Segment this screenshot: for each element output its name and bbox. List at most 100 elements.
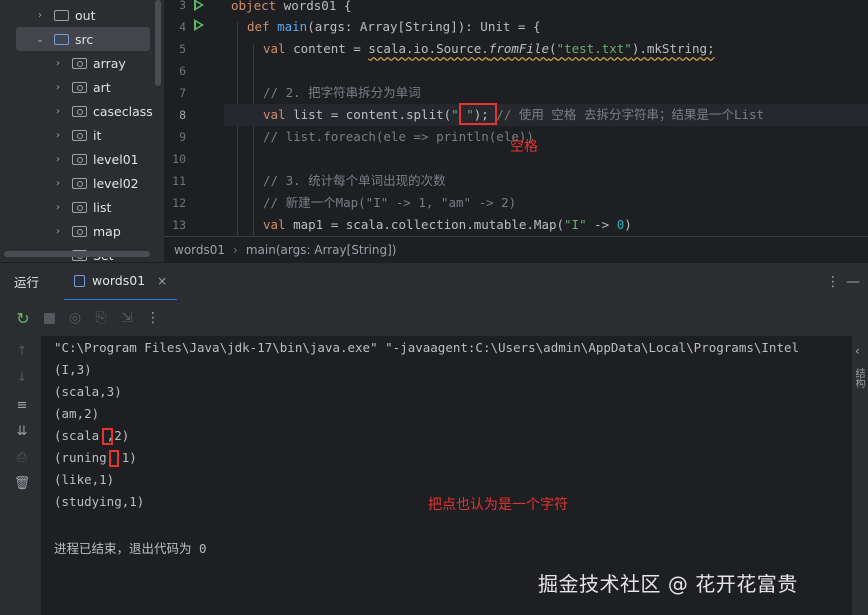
- breadcrumb-item[interactable]: main(args: Array[String]): [246, 243, 397, 257]
- tree-item-label: caseclass: [93, 103, 153, 119]
- console-line: (scala.,2): [54, 428, 130, 443]
- line-number-current: 8: [179, 108, 186, 122]
- tree-vertical-scrollbar[interactable]: [155, 0, 161, 86]
- console-side-toolbar: ↑ ↓ ≡ ⇊ ⎙ 🗑: [0, 336, 42, 615]
- chevron-down-icon[interactable]: ⌄: [34, 34, 46, 45]
- close-icon[interactable]: ×: [157, 274, 167, 288]
- line-number: 6: [179, 64, 186, 78]
- tree-item-it[interactable]: › it: [0, 123, 164, 147]
- more-options-icon[interactable]: ⋮: [826, 274, 840, 290]
- chevron-right-icon[interactable]: ›: [52, 58, 64, 69]
- chevron-right-icon[interactable]: ›: [34, 10, 46, 21]
- chevron-right-icon[interactable]: ›: [52, 202, 64, 213]
- code-line-7: // 2. 把字符串拆分为单词: [263, 85, 421, 100]
- console-line: (studying,1): [54, 494, 145, 509]
- right-tool-strip: ‹ 结构: [852, 336, 868, 615]
- annotation-dot: 把点也认为是一个字符: [428, 497, 568, 513]
- print-icon[interactable]: ⎙: [13, 450, 31, 465]
- export-icon[interactable]: ⇲: [117, 308, 137, 328]
- run-gutter-icon[interactable]: [194, 19, 204, 31]
- indent-guide: [237, 22, 238, 236]
- code-line-8-current: val list = content.split(" "); // 使用 空格 …: [224, 104, 868, 126]
- chevron-right-icon[interactable]: ›: [52, 226, 64, 237]
- line-number: 13: [172, 218, 186, 232]
- watermark: 掘金技术社区 @ 花开花富贵: [538, 572, 798, 596]
- rerun-icon[interactable]: ↻: [13, 308, 33, 328]
- package-icon: [72, 153, 87, 165]
- code-line-13: val map1 = scala.collection.mutable.Map(…: [263, 217, 632, 232]
- package-icon: [72, 201, 87, 213]
- breadcrumb: words01 › main(args: Array[String]): [164, 236, 868, 262]
- code-line-3: object words01 {: [231, 0, 352, 13]
- run-panel-header: 运行 words01 × ⋮ —: [0, 262, 868, 301]
- stop-icon[interactable]: [39, 308, 59, 328]
- package-icon: [72, 105, 87, 117]
- tree-item-level02[interactable]: › level02: [0, 171, 164, 195]
- code-line-9: // list.foreach(ele => println(ele)): [263, 129, 534, 144]
- restore-layout-icon[interactable]: ⎘: [91, 308, 111, 328]
- tree-item-label: level01: [93, 151, 139, 167]
- console-line: (scala,3): [54, 384, 122, 399]
- code-line-4: def main(args: Array[String]): Unit = {: [247, 19, 541, 34]
- code-line-5: val content = scala.io.Source.fromFile("…: [263, 41, 715, 56]
- arrow-down-icon[interactable]: ↓: [13, 370, 31, 385]
- trash-icon[interactable]: 🗑: [13, 476, 31, 491]
- arrow-up-icon[interactable]: ↑: [13, 344, 31, 359]
- tree-item-list[interactable]: › list: [0, 195, 164, 219]
- package-icon: [72, 177, 87, 189]
- tree-item-label: it: [93, 127, 102, 143]
- project-tree: › out ⌄ src › array › art › caseclass › …: [0, 0, 164, 262]
- line-number: 11: [172, 174, 186, 188]
- tree-item-label: out: [75, 7, 96, 23]
- tree-item-out[interactable]: › out: [0, 3, 164, 27]
- camera-icon[interactable]: ◎: [65, 308, 85, 328]
- code-line-11: // 3. 统计每个单词出现的次数: [263, 173, 446, 188]
- breadcrumb-separator: ›: [233, 242, 238, 257]
- line-number: 9: [179, 130, 186, 144]
- tree-item-label: map: [93, 223, 121, 239]
- tree-item-label: level02: [93, 175, 139, 191]
- tree-item-map[interactable]: › map: [0, 219, 164, 243]
- console-line: (am,2): [54, 406, 100, 421]
- code-editor[interactable]: object words01 { def main(args: Array[St…: [224, 0, 868, 236]
- code-line-12: // 新建一个Map("I" -> 1, "am" -> 2): [263, 195, 517, 210]
- line-number: 3: [179, 0, 186, 12]
- tree-item-array[interactable]: › array: [0, 51, 164, 75]
- source-folder-icon: [54, 33, 69, 45]
- tree-item-src[interactable]: ⌄ src: [16, 27, 150, 51]
- editor-gutter: 3 4 5 6 7 8 9 10 11 12 13: [164, 0, 253, 236]
- tab-label: words01: [92, 273, 146, 288]
- more-icon[interactable]: ⋮: [143, 308, 163, 328]
- chevron-left-icon[interactable]: ‹: [855, 344, 860, 358]
- tree-item-caseclass[interactable]: › caseclass: [0, 99, 164, 123]
- package-icon: [72, 225, 87, 237]
- chevron-right-icon[interactable]: ›: [52, 154, 64, 165]
- chevron-right-icon[interactable]: ›: [52, 82, 64, 93]
- minimize-icon[interactable]: —: [846, 274, 860, 290]
- tree-item-level01[interactable]: › level01: [0, 147, 164, 171]
- tree-item-label: list: [93, 199, 112, 215]
- tab-words01[interactable]: words01 ×: [64, 263, 178, 301]
- run-config-icon: [74, 274, 85, 287]
- run-toolbar: ↻ ◎ ⎘ ⇲ ⋮: [0, 300, 868, 336]
- structure-tool-label[interactable]: 结构: [853, 368, 866, 388]
- line-number: 7: [179, 86, 186, 100]
- chevron-right-icon[interactable]: ›: [52, 106, 64, 117]
- tree-horizontal-scrollbar[interactable]: [4, 251, 150, 257]
- run-panel-title: 运行: [14, 275, 40, 290]
- chevron-right-icon[interactable]: ›: [52, 130, 64, 141]
- run-gutter-icon[interactable]: [194, 0, 204, 11]
- breadcrumb-item[interactable]: words01: [174, 243, 225, 257]
- console-line: (runing,,1): [54, 450, 137, 465]
- chevron-right-icon[interactable]: ›: [52, 178, 64, 189]
- line-number: 12: [172, 196, 186, 210]
- highlight-box-comma: [109, 450, 119, 467]
- scroll-to-end-icon[interactable]: ⇊: [13, 424, 31, 439]
- soft-wrap-icon[interactable]: ≡: [13, 398, 31, 413]
- console-line: "C:\Program Files\Java\jdk-17\bin\java.e…: [54, 340, 800, 355]
- line-number: 4: [179, 20, 186, 34]
- tree-item-label: src: [75, 31, 94, 47]
- tree-item-art[interactable]: › art: [0, 75, 164, 99]
- console-line: (I,3): [54, 362, 92, 377]
- line-number: 5: [179, 42, 186, 56]
